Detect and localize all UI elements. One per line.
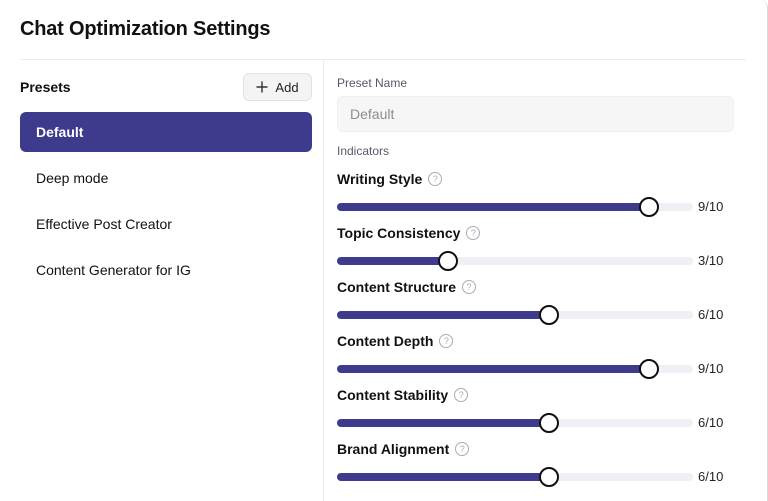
indicator-topic-consistency: Topic Consistency ? 3/10 (337, 224, 757, 278)
slider-thumb[interactable] (639, 359, 660, 379)
indicator-name: Brand Alignment (337, 441, 450, 457)
plus-icon (256, 81, 269, 93)
help-icon[interactable]: ? (466, 226, 481, 240)
slider-thumb[interactable] (437, 251, 458, 271)
indicator-name: Topic Consistency (337, 225, 461, 241)
slider-thumb[interactable] (639, 197, 660, 217)
slider-thumb[interactable] (538, 305, 559, 325)
slider-track[interactable] (337, 251, 693, 271)
preset-item-content-generator-ig[interactable]: Content Generator for IG (20, 250, 312, 290)
slider-fill (337, 203, 650, 211)
indicator-value: 6/10 (698, 307, 724, 322)
slider-track[interactable] (337, 305, 693, 325)
indicator-value: 3/10 (698, 253, 724, 268)
slider-fill (337, 473, 549, 481)
preset-item-deep-mode[interactable]: Deep mode (20, 158, 312, 198)
indicator-value: 6/10 (698, 415, 724, 430)
indicators-label: Indicators (337, 144, 390, 158)
slider-thumb[interactable] (538, 467, 559, 487)
help-icon[interactable]: ? (455, 442, 470, 456)
preset-item-label: Content Generator for IG (36, 262, 191, 278)
slider-fill (337, 311, 549, 319)
slider-track[interactable] (337, 197, 693, 217)
indicator-brand-alignment: Brand Alignment ? 6/10 (337, 440, 757, 494)
preset-item-label: Deep mode (36, 170, 109, 186)
presets-heading: Presets (20, 79, 71, 95)
indicator-value: 9/10 (698, 199, 724, 214)
help-icon[interactable]: ? (428, 172, 443, 186)
add-button-label: Add (275, 79, 299, 95)
slider-track[interactable] (337, 413, 693, 433)
dialog-title: Chat Optimization Settings (20, 18, 271, 40)
preset-editor: Preset Name Indicators Writing Style ? 9… (325, 60, 767, 501)
indicator-content-structure: Content Structure ? 6/10 (337, 278, 757, 332)
indicator-content-depth: Content Depth ? 9/10 (337, 332, 757, 386)
indicator-value: 9/10 (698, 361, 724, 376)
slider-fill (337, 419, 549, 427)
preset-item-default[interactable]: Default (20, 112, 312, 152)
preset-name-label: Preset Name (337, 76, 408, 90)
slider-fill (337, 257, 448, 265)
preset-item-effective-post-creator[interactable]: Effective Post Creator (20, 204, 312, 244)
slider-fill (337, 365, 650, 373)
slider-thumb[interactable] (538, 413, 559, 433)
help-icon[interactable]: ? (439, 334, 454, 348)
indicator-name: Writing Style (337, 171, 423, 187)
presets-panel: Presets Add Default Deep mode Effective … (0, 60, 324, 501)
indicator-name: Content Depth (337, 333, 434, 349)
help-icon[interactable]: ? (454, 388, 469, 402)
preset-item-label: Default (36, 124, 84, 140)
indicator-name: Content Stability (337, 387, 449, 403)
indicator-writing-style: Writing Style ? 9/10 (337, 170, 757, 224)
preset-item-label: Effective Post Creator (36, 216, 172, 232)
indicator-value: 6/10 (698, 469, 724, 484)
slider-track[interactable] (337, 359, 693, 379)
indicator-name: Content Structure (337, 279, 456, 295)
preset-name-input[interactable] (337, 96, 734, 132)
indicator-content-stability: Content Stability ? 6/10 (337, 386, 757, 440)
help-icon[interactable]: ? (462, 280, 476, 294)
add-preset-button[interactable]: Add (243, 73, 312, 101)
slider-track[interactable] (337, 467, 693, 487)
preset-list: Default Deep mode Effective Post Creator… (20, 112, 312, 296)
settings-dialog: Chat Optimization Settings Presets Add D… (0, 0, 768, 501)
